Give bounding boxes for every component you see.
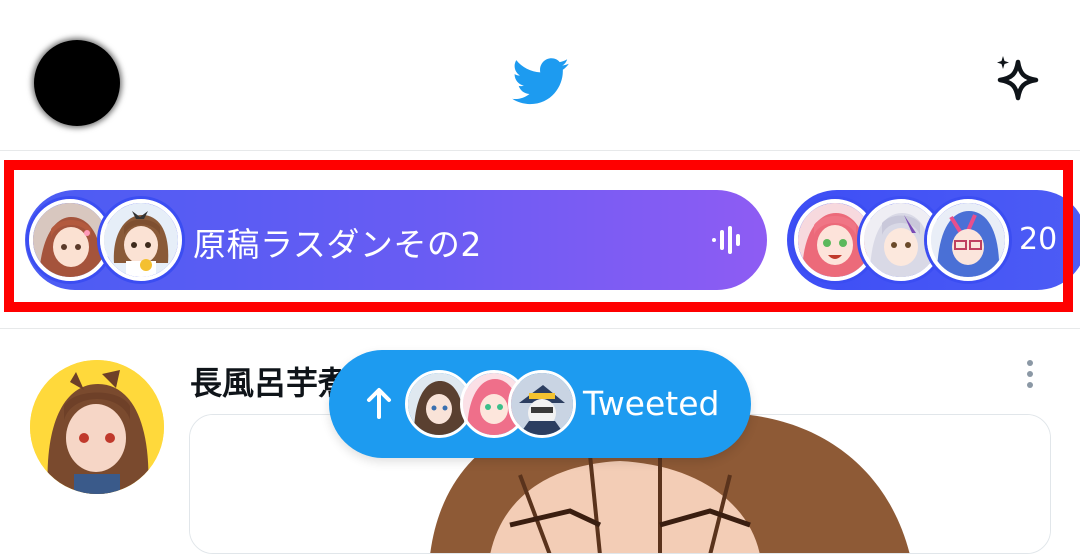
host-avatar-2 bbox=[100, 199, 182, 281]
profile-avatar[interactable] bbox=[34, 40, 120, 126]
twitter-bird-icon bbox=[512, 58, 569, 105]
header-divider bbox=[0, 150, 1080, 151]
space-title: 20 bbox=[1019, 222, 1058, 257]
sparkle-icon[interactable] bbox=[992, 52, 1050, 110]
host-avatar-1 bbox=[29, 199, 111, 281]
more-vertical-icon[interactable] bbox=[1020, 358, 1040, 392]
tweet-author-avatar[interactable] bbox=[30, 360, 164, 494]
avatar-3 bbox=[508, 370, 576, 438]
arrow-up-icon bbox=[367, 388, 391, 419]
host-avatar-3 bbox=[927, 199, 1009, 281]
audio-waveform-icon bbox=[712, 226, 740, 254]
top-header bbox=[0, 0, 1080, 151]
tweet-author-name[interactable]: 長風呂芋煮 bbox=[190, 358, 350, 404]
tweeted-label: Tweeted bbox=[583, 384, 720, 423]
space-title: 原稿ラスダンその2 bbox=[193, 225, 482, 264]
spaces-divider bbox=[0, 328, 1080, 329]
